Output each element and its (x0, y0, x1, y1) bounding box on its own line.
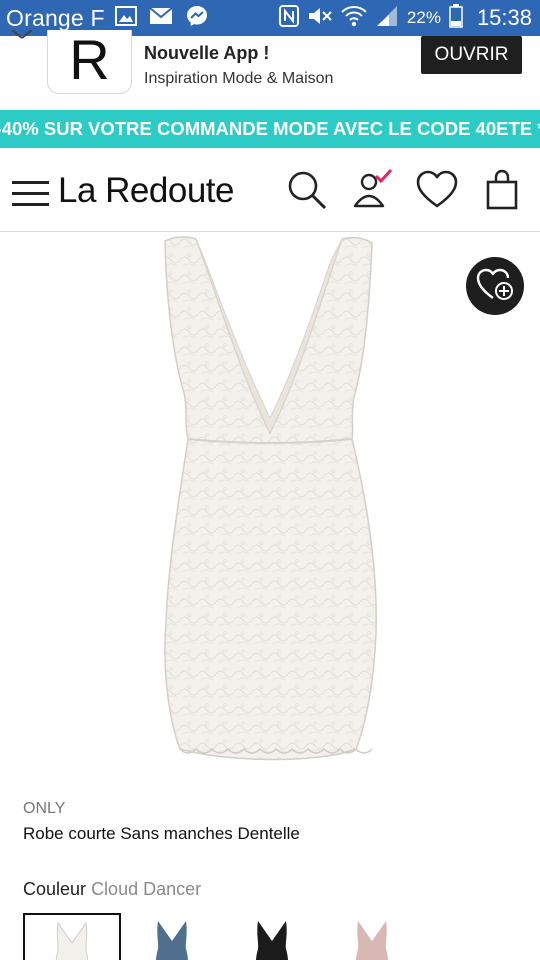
bag-icon[interactable] (480, 168, 524, 212)
wishlist-icon[interactable] (415, 168, 459, 212)
swatch-black[interactable] (223, 913, 321, 960)
close-icon[interactable] (10, 29, 34, 44)
add-to-wishlist-button[interactable] (466, 257, 524, 315)
product-image[interactable] (0, 233, 540, 778)
battery-icon (449, 3, 463, 33)
brand-logo[interactable]: La Redoute (58, 171, 234, 211)
color-label: Couleur (23, 879, 87, 899)
mail-icon (149, 6, 173, 30)
app-banner-subtitle: Inspiration Mode & Maison (144, 70, 334, 87)
color-value: Cloud Dancer (91, 879, 202, 899)
open-app-button[interactable]: OUVRIR (421, 36, 522, 74)
app-logo-letter: R (69, 27, 110, 91)
messenger-icon (185, 4, 209, 33)
color-swatches (23, 913, 540, 960)
app-banner-title: Nouvelle App ! (144, 43, 270, 63)
swatch-pink[interactable] (323, 913, 421, 960)
menu-icon[interactable] (12, 181, 49, 207)
account-icon[interactable] (350, 168, 394, 212)
nfc-icon (278, 4, 299, 32)
swatch-denim[interactable] (123, 913, 221, 960)
site-header: La Redoute (0, 148, 540, 232)
product-brand[interactable]: ONLY (23, 800, 65, 818)
product-title: Robe courte Sans manches Dentelle (23, 824, 300, 843)
image-icon (114, 5, 137, 31)
battery-percent: 22% (406, 8, 441, 27)
clock: 15:38 (476, 5, 532, 30)
search-icon[interactable] (285, 168, 329, 212)
color-selector-label: Couleur Cloud Dancer (23, 879, 201, 900)
app-install-banner: R Nouvelle App ! Inspiration Mode & Mais… (0, 29, 540, 110)
promo-text: -40% SUR VOTRE COMMANDE MODE AVEC LE COD… (0, 118, 540, 139)
swatch-cloud-dancer[interactable] (23, 913, 121, 960)
mute-icon (307, 5, 333, 32)
signal-icon (375, 5, 399, 32)
heart-plus-icon (476, 267, 514, 306)
app-logo: R (47, 30, 132, 94)
promo-banner[interactable]: -40% SUR VOTRE COMMANDE MODE AVEC LE COD… (0, 110, 540, 148)
wifi-icon (341, 4, 367, 33)
